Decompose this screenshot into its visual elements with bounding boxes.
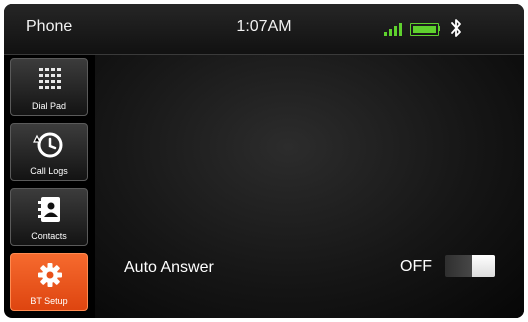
auto-answer-state: OFF	[400, 258, 432, 275]
sidebar-item-label: Dial Pad	[31, 101, 67, 111]
sidebar-item-bt-setup[interactable]: BT Setup	[10, 253, 88, 311]
sidebar-item-dial-pad[interactable]: Dial Pad	[10, 58, 88, 116]
sidebar-item-label: Contacts	[31, 231, 67, 241]
battery-icon	[410, 23, 439, 36]
auto-answer-label: Auto Answer	[124, 259, 214, 276]
bluetooth-icon	[451, 19, 461, 37]
gear-icon	[38, 263, 62, 287]
toggle-knob[interactable]	[472, 255, 495, 277]
signal-bars-icon	[384, 20, 406, 36]
phone-screen: Phone 1:07AM Dial Pad Call Logs Contacts…	[4, 4, 524, 318]
contacts-icon	[38, 197, 60, 222]
auto-answer-toggle[interactable]	[445, 255, 495, 277]
status-bar: Phone 1:07AM	[4, 4, 524, 55]
call-log-icon	[33, 132, 63, 158]
sidebar-item-contacts[interactable]: Contacts	[10, 188, 88, 246]
dial-pad-icon	[39, 68, 61, 89]
sidebar-item-label: BT Setup	[30, 296, 68, 306]
battery-tip	[438, 26, 440, 31]
sidebar-item-call-logs[interactable]: Call Logs	[10, 123, 88, 181]
clock: 1:07AM	[236, 18, 292, 35]
sidebar-item-label: Call Logs	[30, 166, 68, 176]
content-panel	[95, 55, 524, 318]
